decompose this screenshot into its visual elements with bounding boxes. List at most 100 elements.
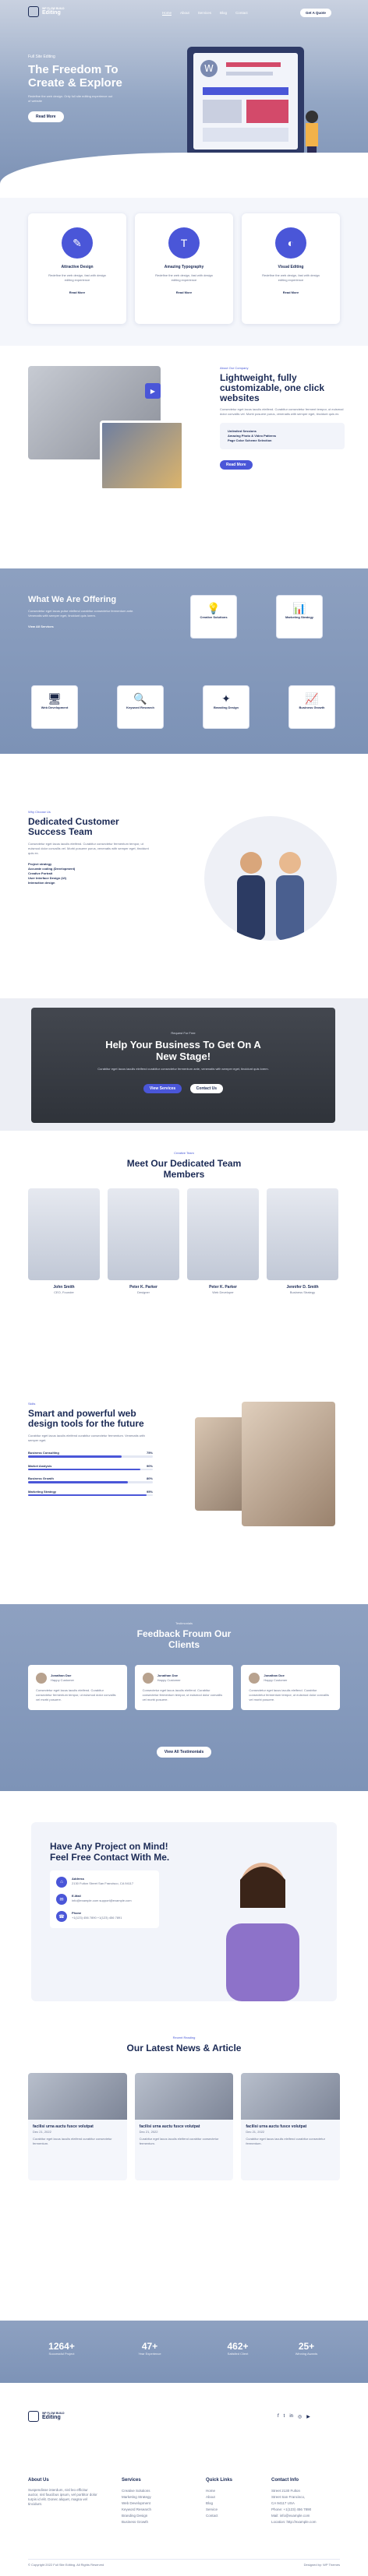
skill-bar (28, 1494, 153, 1496)
about-title: Lightweight, fully customizable, one cli… (220, 372, 325, 403)
site-logo[interactable]: WP FLOW BUILD Editing (28, 6, 65, 17)
feature-card: ✎ Attractive Design Redefine the web des… (28, 213, 126, 324)
feature-read-more-link[interactable]: Read More (28, 290, 126, 295)
logo-icon (28, 6, 39, 17)
footer-bottom: © Copyright 2022 Full Site Editing. All … (28, 2559, 340, 2567)
offer-item[interactable]: 📊 Marketing Strategy (276, 595, 323, 639)
stat-item: 1264+ Successful Project (48, 2341, 75, 2356)
team-member-card[interactable]: John Smith CEO, Founder (28, 1188, 100, 1295)
about-section: ▶ About Our Company Lightweight, fully c… (0, 350, 368, 561)
twitter-icon[interactable]: t (284, 2414, 285, 2419)
nav-contact[interactable]: Contact (235, 11, 248, 16)
web-icon: 🖥 (48, 692, 62, 705)
youtube-icon[interactable]: ▶ (306, 2414, 310, 2419)
mail-icon: ✉ (56, 1894, 67, 1905)
chart-icon: 📊 (292, 602, 306, 614)
nav-services[interactable]: Services (198, 11, 211, 16)
skill-bar-item: Business Growth 80% (28, 1476, 153, 1483)
svg-text:W: W (204, 63, 214, 74)
about-read-more-button[interactable]: Read More (220, 460, 253, 470)
hero-section: WP FLOW BUILD Editing Home About Services… (0, 0, 368, 184)
design-icon: ✎ (62, 227, 93, 259)
stat-item: 25+ Winning Awards (295, 2341, 318, 2356)
facebook-icon[interactable]: f (278, 2414, 279, 2419)
visual-editing-icon: ◐ (275, 227, 306, 259)
nav-home[interactable]: Home (162, 11, 172, 16)
offer-item[interactable]: ✦ Branding Design (203, 685, 249, 729)
offer-item[interactable]: 🔍 Keyword Research (117, 685, 164, 729)
testimonial-card: Jonathan Doe Happy Customer Consectetur eg… (241, 1665, 341, 1710)
footer-contact: Contact Info Street 2130 Fulton Street Sa… (271, 2478, 317, 2524)
nav-blog[interactable]: Blog (220, 11, 227, 16)
offer-item[interactable]: 💡 Creative Solutions (190, 595, 237, 639)
get-quote-button[interactable]: Get A Quote (300, 9, 331, 17)
social-links: f t in ◎ ▶ (278, 2414, 310, 2419)
hero-kicker: Full Site Editing (28, 55, 55, 59)
main-nav: Home About Services Blog Contact (162, 11, 248, 16)
hero-read-more-button[interactable]: Read More (28, 111, 64, 122)
avatar (267, 1188, 338, 1280)
footer-logo[interactable]: WP FLOW BUILD Editing (28, 2411, 65, 2422)
testimonials-section: Testimonials Feedback Froum Our Clients … (0, 1604, 368, 1791)
news-card[interactable]: facilisi urna auctu fusce volutpat Dec 21… (241, 2073, 341, 2180)
contact-card: ⌂ Address 2130 Fulton Street San Francisco… (50, 1870, 159, 1928)
testimonial-card: Jonathan Doe Happy Customer Consectetur eg… (28, 1665, 127, 1710)
skill-label: Market Analysis (28, 1463, 52, 1468)
news-card[interactable]: facilisi urna auctu fusce volutpat Dec 21… (134, 2073, 234, 2180)
offer-item[interactable]: 📈 Business Growth (288, 685, 335, 729)
skill-bar-item: Marketing Strategy 95% (28, 1489, 153, 1496)
testimonial-card: Jonathan Doe Happy Customer Consectetur eg… (134, 1665, 234, 1710)
hero-text: Redefine the web design. Only full site … (28, 94, 113, 103)
typography-icon: T (168, 227, 200, 259)
news-card[interactable]: facilisi urna auctu fusce volutpat Dec 21… (28, 2073, 127, 2180)
stats-section: 1264+ Successful Project 47+ Year Experien… (0, 2321, 368, 2383)
skill-value: 90% (146, 1463, 153, 1468)
skill-bar-item: Market Analysis 90% (28, 1463, 153, 1470)
avatar (187, 1188, 259, 1280)
skill-bar (28, 1468, 153, 1470)
skill-label: Marketing Strategy (28, 1489, 57, 1494)
avatar (108, 1188, 179, 1280)
offer-section: What We Are Offering Consectetur eget la… (0, 568, 368, 754)
contact-section: Have Any Project on Mind! Feel Free Cont… (0, 1822, 368, 2032)
contact-illustration-woman (204, 1846, 321, 2001)
about-list: Unlimited Sessions Amazing Photo & Video… (220, 423, 345, 449)
team-member-card[interactable]: Jennifer D. Smith Business Strategy (267, 1188, 338, 1295)
skill-value: 95% (146, 1489, 153, 1494)
view-services-link[interactable]: View All Services (28, 625, 137, 629)
team-member-card[interactable]: Peter K. Parker Designer (108, 1188, 179, 1295)
hero-title: The Freedom To Create & Explore (28, 63, 122, 90)
skills-photo-large (242, 1402, 335, 1526)
cta-section: Request For Free Help Your Business To G… (0, 998, 368, 1131)
offer-item[interactable]: 🖥 Web Development (31, 685, 78, 729)
about-photo-woman (100, 421, 184, 491)
instagram-icon[interactable]: ◎ (298, 2414, 302, 2419)
avatar (142, 1673, 154, 1684)
avatar (249, 1673, 260, 1684)
search-icon: 🔍 (133, 692, 147, 705)
view-all-testimonials-button[interactable]: View All Testimonials (156, 1747, 212, 1758)
feature-card: ◐ Visual Editing Redefine the web design… (242, 213, 340, 324)
footer-about: About Us Suspendisse interdum, nisl leo e… (28, 2478, 97, 2506)
location-icon: ⌂ (56, 1877, 67, 1888)
stat-item: 47+ Year Experience (138, 2341, 161, 2356)
feature-read-more-link[interactable]: Read More (242, 290, 340, 295)
view-services-button[interactable]: View Services (143, 1084, 182, 1093)
linkedin-icon[interactable]: in (289, 2414, 293, 2419)
nav-about[interactable]: About (180, 11, 189, 16)
logo-icon (28, 2411, 39, 2422)
footer-services: Services Creative Solutions Marketing Str… (122, 2478, 152, 2524)
brand-icon: ✦ (221, 692, 231, 705)
lightbulb-icon: 💡 (207, 602, 221, 614)
feature-read-more-link[interactable]: Read More (135, 290, 233, 295)
team-member-card[interactable]: Peter K. Parker Web Developer (187, 1188, 259, 1295)
news-thumbnail (28, 2073, 127, 2120)
team-illustration (204, 816, 337, 941)
skill-bar (28, 1455, 153, 1458)
play-icon[interactable]: ▶ (145, 383, 161, 399)
avatar (36, 1673, 47, 1684)
phone-icon: ☎ (56, 1911, 67, 1922)
contact-us-button[interactable]: Contact Us (189, 1084, 224, 1093)
growth-icon: 📈 (305, 692, 319, 705)
skills-section: Skills Smart and powerful web design too… (0, 1402, 368, 1573)
